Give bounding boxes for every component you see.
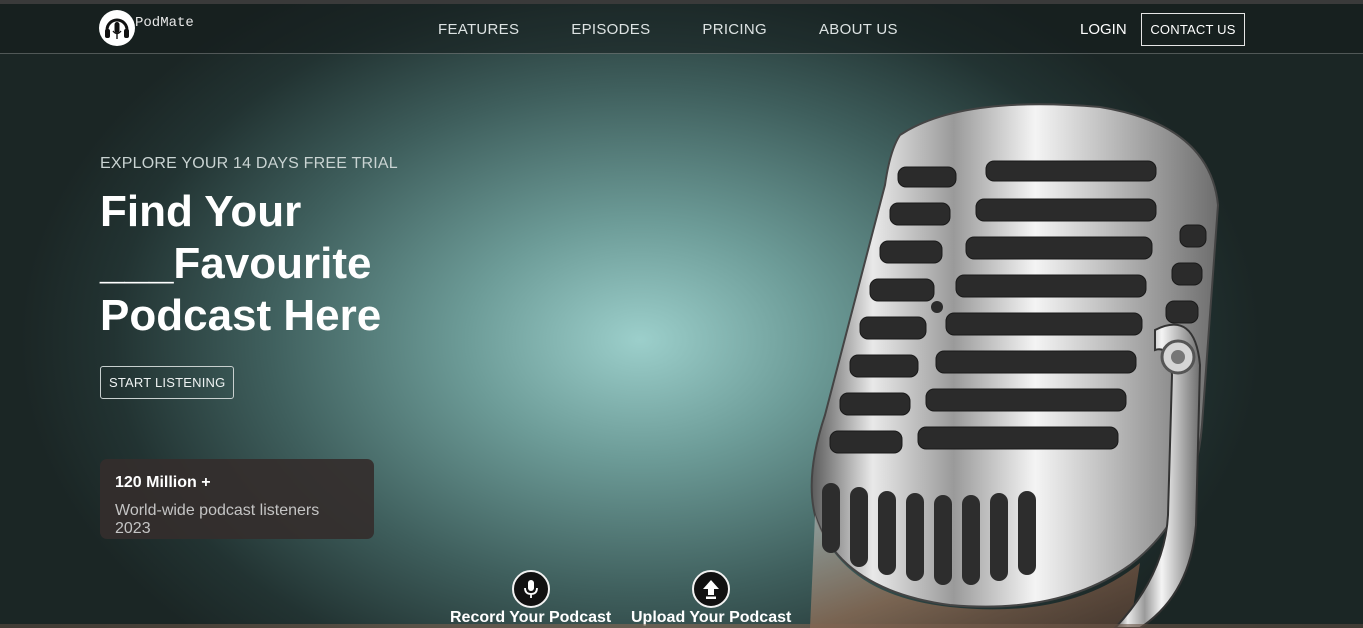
record-podcast-action[interactable]: Record Your Podcast <box>450 570 611 627</box>
hero-eyebrow: EXPLORE YOUR 14 DAYS FREE TRIAL <box>100 155 398 172</box>
headline-line-1: Find Your <box>100 187 302 236</box>
headline-line-2: ___Favourite <box>100 239 372 288</box>
brand-logo[interactable]: PodMate <box>99 10 194 46</box>
nav-episodes[interactable]: EPISODES <box>571 21 650 38</box>
upload-arrow-icon <box>692 570 731 608</box>
listeners-stat-card: 120 Million + World-wide podcast listene… <box>100 459 374 539</box>
nav-about-us[interactable]: ABOUT US <box>819 21 898 38</box>
nav-features[interactable]: FEATURES <box>438 21 519 38</box>
contact-us-button[interactable]: CONTACT US <box>1141 13 1245 46</box>
nav-pricing[interactable]: PRICING <box>702 21 767 38</box>
login-link[interactable]: LOGIN <box>1080 21 1127 38</box>
brand-name: PodMate <box>135 15 194 31</box>
microphone-icon <box>511 570 550 608</box>
page-bottom-edge <box>0 624 1363 628</box>
headphones-mic-icon <box>99 10 135 46</box>
stat-description: World-wide podcast listeners 2023 <box>115 502 320 537</box>
main-nav: FEATURES EPISODES PRICING ABOUT US <box>438 21 950 38</box>
start-listening-button[interactable]: START LISTENING <box>100 366 235 399</box>
headline-line-3: Podcast Here <box>100 291 382 340</box>
top-navbar: PodMate FEATURES EPISODES PRICING ABOUT … <box>0 4 1363 54</box>
hero-headline: Find Your ___Favourite Podcast Here <box>100 186 520 342</box>
upload-podcast-action[interactable]: Upload Your Podcast <box>631 570 791 627</box>
microphone-illustration <box>800 95 1240 628</box>
stat-value: 120 Million + <box>115 474 211 491</box>
